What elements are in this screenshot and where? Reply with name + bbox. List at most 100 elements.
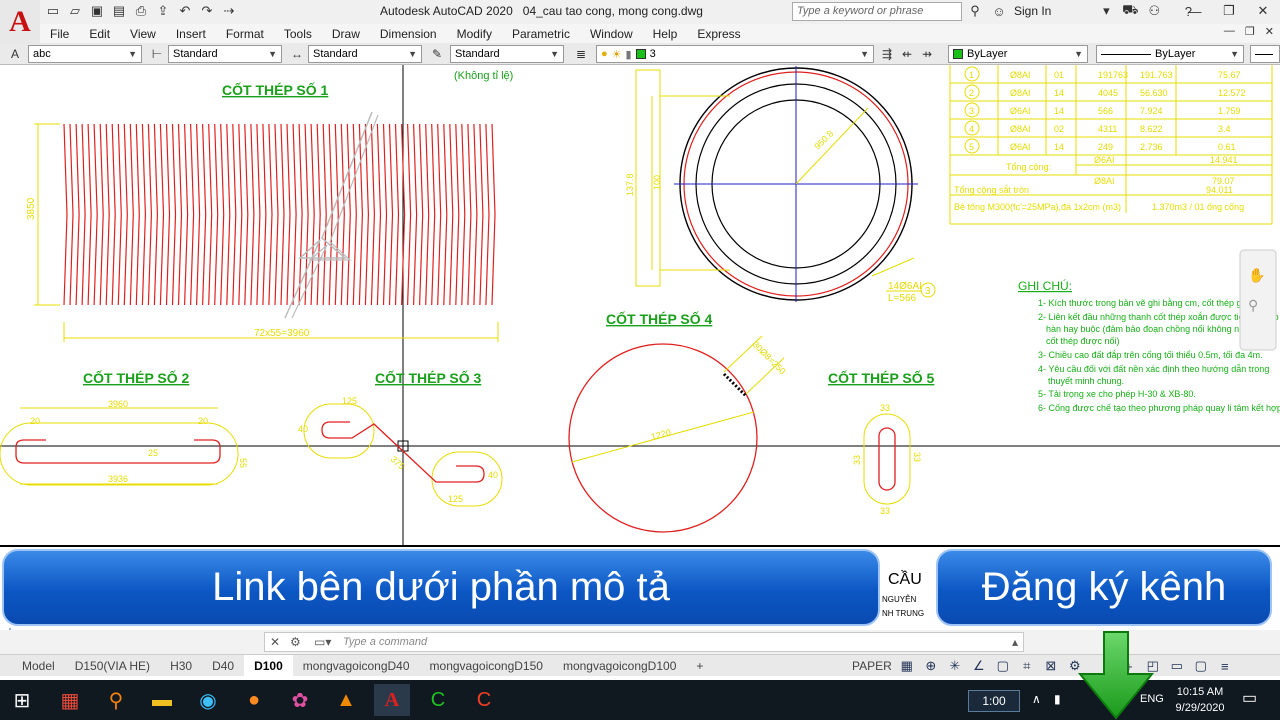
doc-close-icon[interactable]: ✕ [1265, 25, 1274, 38]
color-combo[interactable]: ByLayer ▼ [948, 45, 1088, 63]
redo-icon[interactable]: ↷ [198, 2, 216, 20]
share-icon[interactable]: ⇢ [220, 2, 238, 20]
camtasia-icon[interactable]: C [420, 684, 456, 716]
chevron-up-icon[interactable]: ∧ [1032, 692, 1041, 706]
dim-style-combo[interactable]: Standard ▼ [308, 45, 422, 63]
tab-mongvagoicongd100[interactable]: mongvagoicongD100 [553, 655, 686, 677]
search-icon[interactable]: ⚲ [98, 684, 134, 716]
save-as-icon[interactable]: ▤ [110, 2, 128, 20]
menu-insert[interactable]: Insert [166, 27, 216, 41]
network-icon[interactable]: ▮ [1054, 692, 1061, 706]
edge-icon[interactable]: ◉ [190, 684, 226, 716]
layer-combo[interactable]: ● ☀ ▮ 3 ▼ [596, 45, 874, 63]
menu-modify[interactable]: Modify [447, 27, 502, 41]
text-style-sample-combo[interactable]: abc ▼ [28, 45, 142, 63]
menu-format[interactable]: Format [216, 27, 274, 41]
menu-tools[interactable]: Tools [274, 27, 322, 41]
autocad-taskbar-icon[interactable]: A [374, 684, 410, 716]
menu-express[interactable]: Express [687, 27, 750, 41]
maximize-icon[interactable]: ❐ [1212, 0, 1246, 22]
otrack-icon[interactable]: ⌗ [1018, 657, 1036, 675]
publish-icon[interactable]: ⇪ [154, 2, 172, 20]
drawing-canvas[interactable]: (Không tỉ lệ) CỐT THÉP SỐ 1 3850 72x55=3… [0, 65, 1280, 547]
hardware-icon[interactable]: ▭ [1168, 657, 1186, 675]
ortho-icon[interactable]: ✳ [946, 657, 964, 675]
cart-icon[interactable]: ⛟ [1121, 2, 1139, 20]
customize-icon[interactable]: ⚙ [290, 635, 301, 649]
print-icon[interactable]: ⎙ [132, 2, 150, 20]
tab-d40[interactable]: D40 [202, 655, 244, 677]
recent-commands-icon[interactable]: ▭▾ [314, 635, 331, 649]
chevron-down-icon[interactable]: ▾ [1097, 2, 1115, 20]
menu-edit[interactable]: Edit [79, 27, 120, 41]
dim-style-icon[interactable]: ⊢ [148, 45, 166, 63]
close-icon[interactable]: ✕ [1246, 0, 1280, 22]
menu-file[interactable]: File [40, 27, 79, 41]
osnap-icon[interactable]: ▢ [994, 657, 1012, 675]
text-style-combo[interactable]: Standard ▼ [168, 45, 282, 63]
help-search-input[interactable]: Type a keyword or phrase [792, 2, 962, 21]
table-style-combo[interactable]: Standard ▼ [450, 45, 564, 63]
application-menu-button[interactable]: A [0, 0, 40, 44]
menu-dimension[interactable]: Dimension [370, 27, 447, 41]
add-layout-icon[interactable]: + [686, 655, 713, 677]
sign-in-link[interactable]: Sign In [1014, 4, 1051, 18]
system-clock[interactable]: 10:15 AM 9/29/2020 [1168, 684, 1232, 716]
layer-match-icon[interactable]: ⇸ [918, 45, 936, 63]
tab-h30[interactable]: H30 [160, 655, 202, 677]
vlc-icon[interactable]: ▲ [328, 684, 364, 716]
tab-mongvagoicongd150[interactable]: mongvagoicongD150 [420, 655, 553, 677]
dimension-style-icon[interactable]: ↔ [288, 45, 306, 63]
text-style-icon[interactable]: A [6, 45, 24, 63]
doc-minimize-icon[interactable]: — [1224, 25, 1235, 38]
menu-window[interactable]: Window [580, 27, 643, 41]
clean-screen-icon[interactable]: ▢ [1192, 657, 1210, 675]
close-command-icon[interactable]: ✕ [270, 635, 280, 649]
pan-icon[interactable]: ✋ [1248, 267, 1265, 283]
connect-icon[interactable]: ⚇ [1145, 2, 1163, 20]
binoculars-icon[interactable]: ⚲ [966, 2, 984, 20]
file-explorer-icon[interactable]: ▬ [144, 684, 180, 716]
spiral-turn [105, 123, 110, 306]
windows-start-icon[interactable]: ⊞ [4, 684, 40, 716]
notifications-icon[interactable]: ▭ [1242, 688, 1257, 708]
menu-view[interactable]: View [120, 27, 166, 41]
command-input[interactable]: Type a command [264, 632, 1024, 652]
chevron-up-icon[interactable]: ▴ [1012, 635, 1018, 649]
undo-icon[interactable]: ↶ [176, 2, 194, 20]
open-folder-icon[interactable]: ▱ [66, 2, 84, 20]
snap-icon[interactable]: ⊕ [922, 657, 940, 675]
recorder-icon[interactable]: C [466, 684, 502, 716]
tab-model[interactable]: Model [0, 655, 65, 677]
menu-draw[interactable]: Draw [322, 27, 370, 41]
scale-note: (Không tỉ lệ) [454, 70, 513, 82]
customize-status-icon[interactable]: ≡ [1216, 657, 1234, 675]
grid-icon[interactable]: ▦ [898, 657, 916, 675]
tab-mongvagoicongd40[interactable]: mongvagoicongD40 [293, 655, 420, 677]
layer-previous-icon[interactable]: ⇷ [898, 45, 916, 63]
menu-help[interactable]: Help [643, 27, 688, 41]
description-link-banner[interactable]: Link bên dưới phần mô tả [2, 549, 880, 626]
minimize-icon[interactable]: — [1178, 0, 1212, 22]
lineweight-combo[interactable] [1250, 45, 1280, 63]
new-file-icon[interactable]: ▭ [44, 2, 62, 20]
tab-d100[interactable]: D100 [244, 654, 293, 677]
annotation-icon[interactable]: ⊠ [1042, 657, 1060, 675]
menu-parametric[interactable]: Parametric [502, 27, 580, 41]
annotation-scale[interactable]: 1:00 [968, 690, 1020, 712]
paint-icon[interactable]: ✿ [282, 684, 318, 716]
make-current-icon[interactable]: ⇶ [878, 45, 896, 63]
layer-properties-icon[interactable]: ≣ [572, 45, 590, 63]
table-style-icon[interactable]: ✎ [428, 45, 446, 63]
doc-restore-icon[interactable]: ❐ [1245, 25, 1255, 38]
save-icon[interactable]: ▣ [88, 2, 106, 20]
paper-space-toggle[interactable]: PAPER [852, 659, 892, 673]
store-icon[interactable]: ▦ [52, 684, 88, 716]
firefox-icon[interactable]: ● [236, 684, 272, 716]
user-icon[interactable]: ☺ [990, 2, 1008, 20]
linetype-combo[interactable]: ByLayer ▼ [1096, 45, 1244, 63]
zoom-icon[interactable]: ⚲ [1248, 297, 1258, 313]
subscribe-banner[interactable]: Đăng ký kênh [936, 549, 1272, 626]
polar-icon[interactable]: ∠ [970, 657, 988, 675]
tab-d150-via-he[interactable]: D150(VIA HE) [65, 655, 160, 677]
